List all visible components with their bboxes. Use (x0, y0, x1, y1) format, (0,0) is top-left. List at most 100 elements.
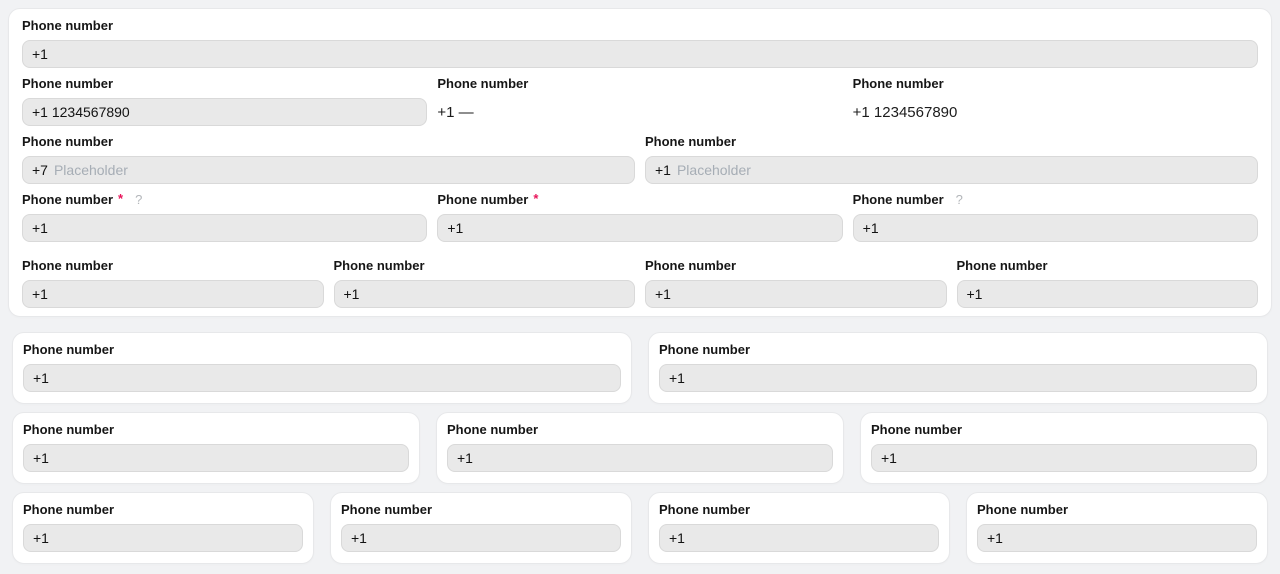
phone-input-value: +1 (447, 220, 463, 236)
help-icon[interactable]: ? (956, 192, 963, 207)
phone-input[interactable]: +1 (22, 214, 427, 242)
field-card: Phone number +1 (648, 492, 950, 564)
phone-readonly-value: +1 — (437, 98, 842, 126)
phone-field: Phone number +7 Placeholder (22, 134, 635, 184)
field-card: Phone number +1 (12, 492, 314, 564)
field-label: Phone number (23, 422, 114, 437)
phone-readonly-value: +1 1234567890 (853, 98, 1258, 126)
field-label: Phone number (437, 76, 528, 91)
phone-input-value: +1 (457, 450, 473, 466)
phone-input-value: +1 (669, 370, 685, 386)
field-label: Phone number (23, 342, 114, 357)
phone-input-value: +1 (967, 286, 983, 302)
field-label: Phone number (871, 422, 962, 437)
field-label: Phone number (853, 76, 944, 91)
phone-input[interactable]: +1 (957, 280, 1259, 308)
phone-field: Phone number +1 (957, 258, 1259, 308)
field-card: Phone number +1 (12, 332, 632, 404)
phone-input[interactable]: +1 (23, 364, 621, 392)
phone-input-value: +1 (32, 46, 48, 62)
field-card: Phone number +1 (436, 412, 844, 484)
form-row-3: Phone number +7 Placeholder Phone number… (22, 134, 1258, 184)
phone-input[interactable]: +1 1234567890 (22, 98, 427, 126)
phone-fields-showcase-page: Phone number +1 Phone number +1 12345678… (0, 0, 1280, 574)
field-label: Phone number (977, 502, 1068, 517)
phone-input-value: +1 (987, 530, 1003, 546)
input-placeholder: Placeholder (677, 162, 751, 178)
phone-input[interactable]: +1 (645, 280, 947, 308)
phone-input[interactable]: +1 (871, 444, 1257, 472)
phone-input[interactable]: +1 (853, 214, 1258, 242)
field-label: Phone number (23, 502, 114, 517)
field-label: Phone number (22, 134, 113, 149)
field-label: Phone number (659, 502, 750, 517)
phone-input-value: +1 (33, 530, 49, 546)
field-label: Phone number (645, 134, 736, 149)
phone-input[interactable]: +1 (437, 214, 842, 242)
form-card: Phone number +1 Phone number +1 12345678… (8, 8, 1272, 317)
phone-input-value: +1 (655, 286, 671, 302)
dial-code-prefix: +1 (655, 162, 671, 178)
phone-input[interactable]: +1 (22, 280, 324, 308)
phone-field: Phone number +1 (645, 258, 947, 308)
field-label: Phone number (22, 192, 113, 207)
phone-input-value: +1 (669, 530, 685, 546)
phone-input-value: +1 (344, 286, 360, 302)
phone-field: Phone number +1 (22, 258, 324, 308)
form-row-2: Phone number +1 1234567890 Phone number … (22, 76, 1258, 126)
phone-input[interactable]: +1 (22, 40, 1258, 68)
form-row-5: Phone number +1 Phone number +1 Phone nu… (22, 258, 1258, 308)
field-label: Phone number (659, 342, 750, 357)
field-label: Phone number (957, 258, 1048, 273)
phone-input[interactable]: +1 (447, 444, 833, 472)
card-row-of-three: Phone number +1 Phone number +1 Phone nu… (12, 412, 1268, 484)
phone-input[interactable]: +1 (659, 524, 939, 552)
field-card: Phone number +1 (330, 492, 632, 564)
phone-input[interactable]: +1 (341, 524, 621, 552)
phone-input[interactable]: +1 (977, 524, 1257, 552)
field-card: Phone number +1 (860, 412, 1268, 484)
dial-code-prefix: +7 (32, 162, 48, 178)
phone-input[interactable]: +1 (659, 364, 1257, 392)
phone-field: Phone number ? +1 (853, 192, 1258, 242)
field-label: Phone number (22, 258, 113, 273)
phone-field: Phone number * +1 (437, 192, 842, 242)
phone-input-value: +1 (32, 286, 48, 302)
field-card: Phone number +1 (648, 332, 1268, 404)
input-placeholder: Placeholder (54, 162, 128, 178)
phone-input[interactable]: +1 (23, 524, 303, 552)
form-row-1: Phone number +1 (22, 18, 1258, 68)
card-row-of-two: Phone number +1 Phone number +1 (12, 332, 1268, 404)
phone-field: Phone number +1 (334, 258, 636, 308)
field-label: Phone number (341, 502, 432, 517)
phone-input-value: +1 (33, 370, 49, 386)
field-card: Phone number +1 (966, 492, 1268, 564)
phone-field-readonly: Phone number +1 1234567890 (853, 76, 1258, 126)
phone-input-value: +1 (351, 530, 367, 546)
phone-field: Phone number +1 1234567890 (22, 76, 427, 126)
field-label: Phone number (22, 76, 113, 91)
phone-field-readonly: Phone number +1 — (437, 76, 842, 126)
form-row-4: Phone number * ? +1 Phone number * +1 (22, 192, 1258, 242)
required-asterisk: * (533, 191, 538, 206)
field-label: Phone number (853, 192, 944, 207)
phone-input[interactable]: +1 Placeholder (645, 156, 1258, 184)
phone-input-value: +1 (863, 220, 879, 236)
help-icon[interactable]: ? (135, 192, 142, 207)
field-label: Phone number (645, 258, 736, 273)
phone-input-value: +1 (32, 220, 48, 236)
phone-input[interactable]: +1 (334, 280, 636, 308)
phone-input-value: +1 (881, 450, 897, 466)
card-row-of-four: Phone number +1 Phone number +1 Phone nu… (12, 492, 1268, 564)
phone-field: Phone number * ? +1 (22, 192, 427, 242)
phone-input[interactable]: +7 Placeholder (22, 156, 635, 184)
field-label: Phone number (334, 258, 425, 273)
field-label: Phone number (22, 18, 113, 33)
phone-input[interactable]: +1 (23, 444, 409, 472)
phone-field: Phone number +1 Placeholder (645, 134, 1258, 184)
required-asterisk: * (118, 191, 123, 206)
field-card: Phone number +1 (12, 412, 420, 484)
phone-input-value: +1 (33, 450, 49, 466)
phone-field: Phone number +1 (22, 18, 1258, 68)
phone-input-value: +1 1234567890 (32, 104, 130, 120)
